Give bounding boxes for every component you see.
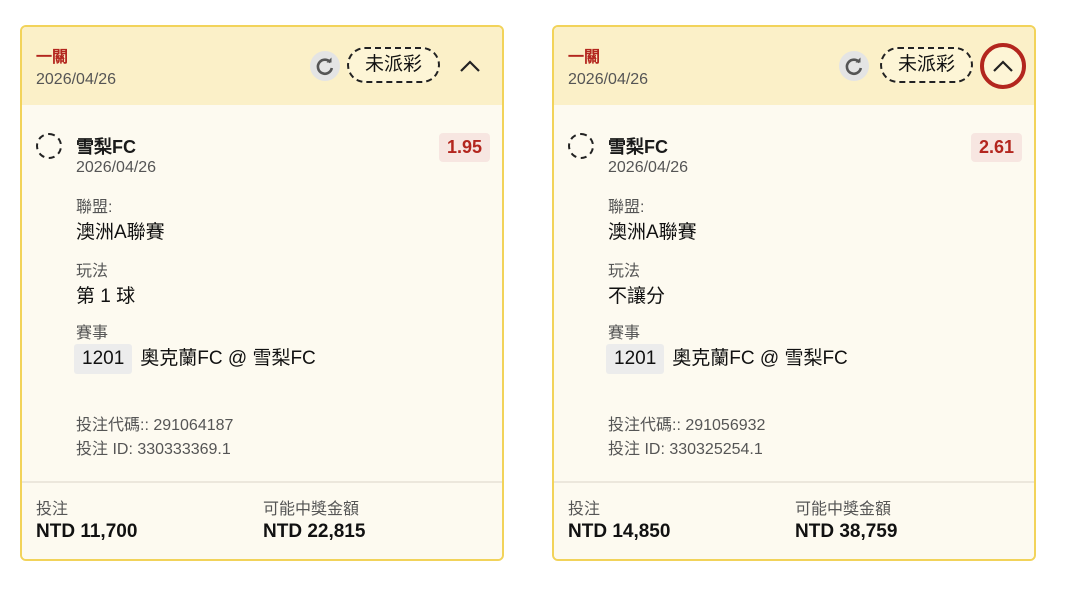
- bet-type: 一關: [36, 49, 69, 66]
- stake-label: 投注: [568, 501, 601, 518]
- selection-team: 雪梨FC: [76, 137, 136, 157]
- bet-id: 投注 ID: 330333369.1: [76, 441, 231, 458]
- play-label: 玩法: [608, 263, 641, 280]
- match-info: 1201 奧克蘭FC @ 雪梨FC: [606, 343, 848, 374]
- payout-label: 可能中獎金額: [795, 501, 892, 518]
- dashed-circle-icon: [36, 133, 62, 159]
- collapse-button[interactable]: [980, 43, 1026, 89]
- refresh-button[interactable]: [310, 51, 340, 81]
- play-value: 不讓分: [608, 286, 666, 307]
- match-number: 1201: [606, 344, 665, 374]
- payout-amount: NTD 38,759: [795, 521, 898, 542]
- match-name: 奧克蘭FC @ 雪梨FC: [140, 348, 316, 369]
- selection-date: 2026/04/26: [608, 159, 689, 176]
- match-label: 賽事: [76, 325, 109, 342]
- play-label: 玩法: [76, 263, 109, 280]
- status-badge: 未派彩: [880, 47, 974, 83]
- bet-code: 投注代碼:: 291064187: [76, 417, 234, 434]
- bet-type: 一關: [568, 49, 601, 66]
- refresh-icon: [316, 57, 334, 75]
- stake-label: 投注: [36, 501, 69, 518]
- bet-code: 投注代碼:: 291056932: [608, 417, 766, 434]
- selection-date: 2026/04/26: [76, 159, 157, 176]
- bet-selection: 雪梨FC 2.61 2026/04/26 聯盟: 澳洲A聯賽 玩法 不讓分 賽事…: [554, 105, 1034, 483]
- league-label: 聯盟:: [608, 199, 645, 216]
- league-label: 聯盟:: [76, 199, 113, 216]
- dashed-circle-icon: [568, 133, 594, 159]
- league-value: 澳洲A聯賽: [76, 222, 165, 243]
- match-label: 賽事: [608, 325, 641, 342]
- league-value: 澳洲A聯賽: [608, 222, 697, 243]
- stake-amount: NTD 11,700: [36, 521, 138, 542]
- bet-card: 一關 2026/04/26 未派彩 雪梨FC 2.61 2026/04/26 聯…: [552, 25, 1036, 561]
- match-number: 1201: [74, 344, 133, 374]
- bet-card-footer: 投注 NTD 11,700 可能中獎金額 NTD 22,815: [22, 481, 502, 559]
- bet-card-header: 一關 2026/04/26 未派彩: [22, 27, 502, 105]
- bet-selection: 雪梨FC 1.95 2026/04/26 聯盟: 澳洲A聯賽 玩法 第 1 球 …: [22, 105, 502, 483]
- payout-amount: NTD 22,815: [263, 521, 366, 542]
- bet-id: 投注 ID: 330325254.1: [608, 441, 763, 458]
- refresh-button[interactable]: [839, 51, 869, 81]
- selection-team: 雪梨FC: [608, 137, 668, 157]
- bet-card-footer: 投注 NTD 14,850 可能中獎金額 NTD 38,759: [554, 481, 1034, 559]
- bet-date: 2026/04/26: [568, 71, 649, 88]
- odds-badge: 2.61: [970, 133, 1022, 162]
- odds-badge: 1.95: [438, 133, 490, 162]
- payout-label: 可能中獎金額: [263, 501, 360, 518]
- bet-card: 一關 2026/04/26 未派彩 雪梨FC 1.95 2026/04/26 聯…: [20, 25, 504, 561]
- status-badge: 未派彩: [347, 47, 441, 83]
- refresh-icon: [845, 57, 863, 75]
- play-value: 第 1 球: [76, 286, 136, 307]
- bet-card-header: 一關 2026/04/26 未派彩: [554, 27, 1034, 105]
- match-info: 1201 奧克蘭FC @ 雪梨FC: [74, 343, 316, 374]
- stake-amount: NTD 14,850: [568, 521, 671, 542]
- chevron-up-icon: [460, 60, 480, 72]
- collapse-button[interactable]: [447, 43, 493, 89]
- match-name: 奧克蘭FC @ 雪梨FC: [672, 348, 848, 369]
- chevron-up-icon: [993, 60, 1013, 72]
- bet-date: 2026/04/26: [36, 71, 117, 88]
